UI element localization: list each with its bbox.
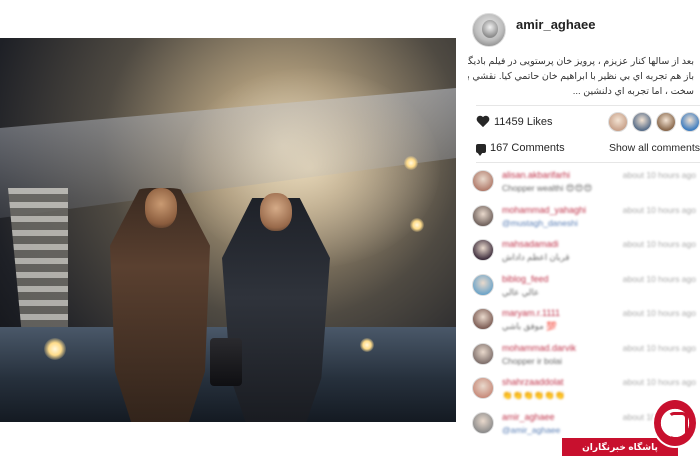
- light-flare: [404, 156, 418, 170]
- comment-text: Chopper ir bolai: [502, 355, 563, 366]
- comments-count: 167 Comments: [490, 142, 565, 154]
- commenter-username[interactable]: mohammad_yahaghi: [502, 205, 586, 215]
- comment-text: قربان اعظم داداش: [502, 252, 570, 262]
- commenter-username[interactable]: alisan.akbarifarhi: [502, 170, 570, 180]
- commenter-avatar[interactable]: [472, 239, 494, 261]
- caption-line: سخت ، اما تجربه اي دلنشين ...: [572, 86, 694, 97]
- post-caption: بعد از سالها کنار عزیزم ، پرویز خان پرست…: [468, 54, 694, 99]
- light-flare: [44, 338, 66, 360]
- liker-avatar[interactable]: [608, 112, 628, 132]
- watermark-logo-icon: [652, 398, 698, 448]
- liker-avatars: [608, 112, 700, 132]
- comment-time: about 10 hours ago: [622, 204, 696, 215]
- comment-time: about 10 hours ago: [622, 308, 696, 318]
- show-all-comments-link[interactable]: Show all comments: [609, 142, 700, 154]
- comment-icon: [476, 143, 486, 156]
- caption-line: باز هم تجربه اي بي نظير با ابراهيم خان ح…: [468, 71, 694, 82]
- commenter-avatar[interactable]: [472, 342, 494, 365]
- light-flare: [360, 338, 374, 352]
- comment-time: about 10 hours ago: [622, 239, 696, 249]
- divider: [476, 105, 700, 106]
- commenter-username[interactable]: mohammad.darvik: [502, 343, 576, 353]
- commenter-avatar[interactable]: [472, 273, 494, 296]
- man-head: [260, 193, 292, 231]
- commenter-avatar[interactable]: [472, 170, 494, 192]
- comment-text: @amir_aghaee: [502, 424, 561, 435]
- comment-time: about 10 hours ago: [622, 377, 696, 387]
- likes-count[interactable]: 11459 Likes: [494, 116, 553, 128]
- site-watermark: پاشگاه خبرنگاران: [556, 390, 700, 460]
- caption-line: بعد از سالها کنار عزیزم ، پرویز خان پرست…: [468, 56, 694, 67]
- liker-avatar[interactable]: [632, 112, 652, 132]
- commenter-avatar[interactable]: [472, 308, 494, 330]
- post-photo[interactable]: [0, 38, 456, 422]
- commenter-avatar[interactable]: [472, 411, 494, 434]
- liker-avatar[interactable]: [656, 112, 676, 132]
- commenter-avatar[interactable]: [472, 377, 494, 399]
- commenter-username[interactable]: shahrzaaddolat: [502, 377, 564, 387]
- username-link[interactable]: amir_aghaee: [516, 17, 596, 32]
- man-in-dark-jacket-figure: [222, 198, 330, 422]
- liker-avatar[interactable]: [680, 112, 700, 132]
- heart-icon[interactable]: [476, 116, 490, 129]
- comment-item: mohammad.darvik about 10 hours ago Chopp…: [472, 339, 700, 374]
- light-flare: [410, 218, 424, 232]
- post-header: amir_aghaee: [472, 12, 700, 48]
- comment-time: about 10 hours ago: [622, 342, 696, 353]
- comment-time: about 10 hours ago: [622, 273, 696, 284]
- comment-text: @mustagh_daneshi: [502, 217, 578, 228]
- comment-text: عالي عالي: [502, 286, 540, 297]
- commenter-username[interactable]: biblog_feed: [502, 274, 549, 284]
- commenter-username[interactable]: mahsadamadi: [502, 239, 559, 249]
- comment-item: alisan.akbarifarhi about 10 hours ago Ch…: [472, 166, 700, 201]
- briefcase: [210, 338, 242, 386]
- comment-text: Chopper wealthi 😍😍😍: [502, 183, 593, 193]
- comment-item: mohammad_yahaghi about 10 hours ago @mus…: [472, 201, 700, 236]
- comments-row: 167 Comments Show all comments: [476, 140, 700, 156]
- divider: [476, 162, 700, 163]
- comment-text: موفق باشي 💯: [502, 321, 557, 331]
- commenter-avatar[interactable]: [472, 204, 494, 227]
- likes-row: 11459 Likes: [476, 111, 700, 133]
- user-avatar[interactable]: [472, 13, 506, 47]
- comment-time: about 10 hours ago: [622, 170, 696, 180]
- comment-item: maryam.r.1111 about 10 hours ago موفق با…: [472, 304, 700, 339]
- comment-item: mahsadamadi about 10 hours ago قربان اعظ…: [472, 235, 700, 270]
- commenter-username[interactable]: amir_aghaee: [502, 412, 555, 422]
- man-head: [145, 188, 177, 228]
- commenter-username[interactable]: maryam.r.1111: [502, 308, 560, 318]
- comment-item: biblog_feed about 10 hours ago عالي عالي: [472, 270, 700, 305]
